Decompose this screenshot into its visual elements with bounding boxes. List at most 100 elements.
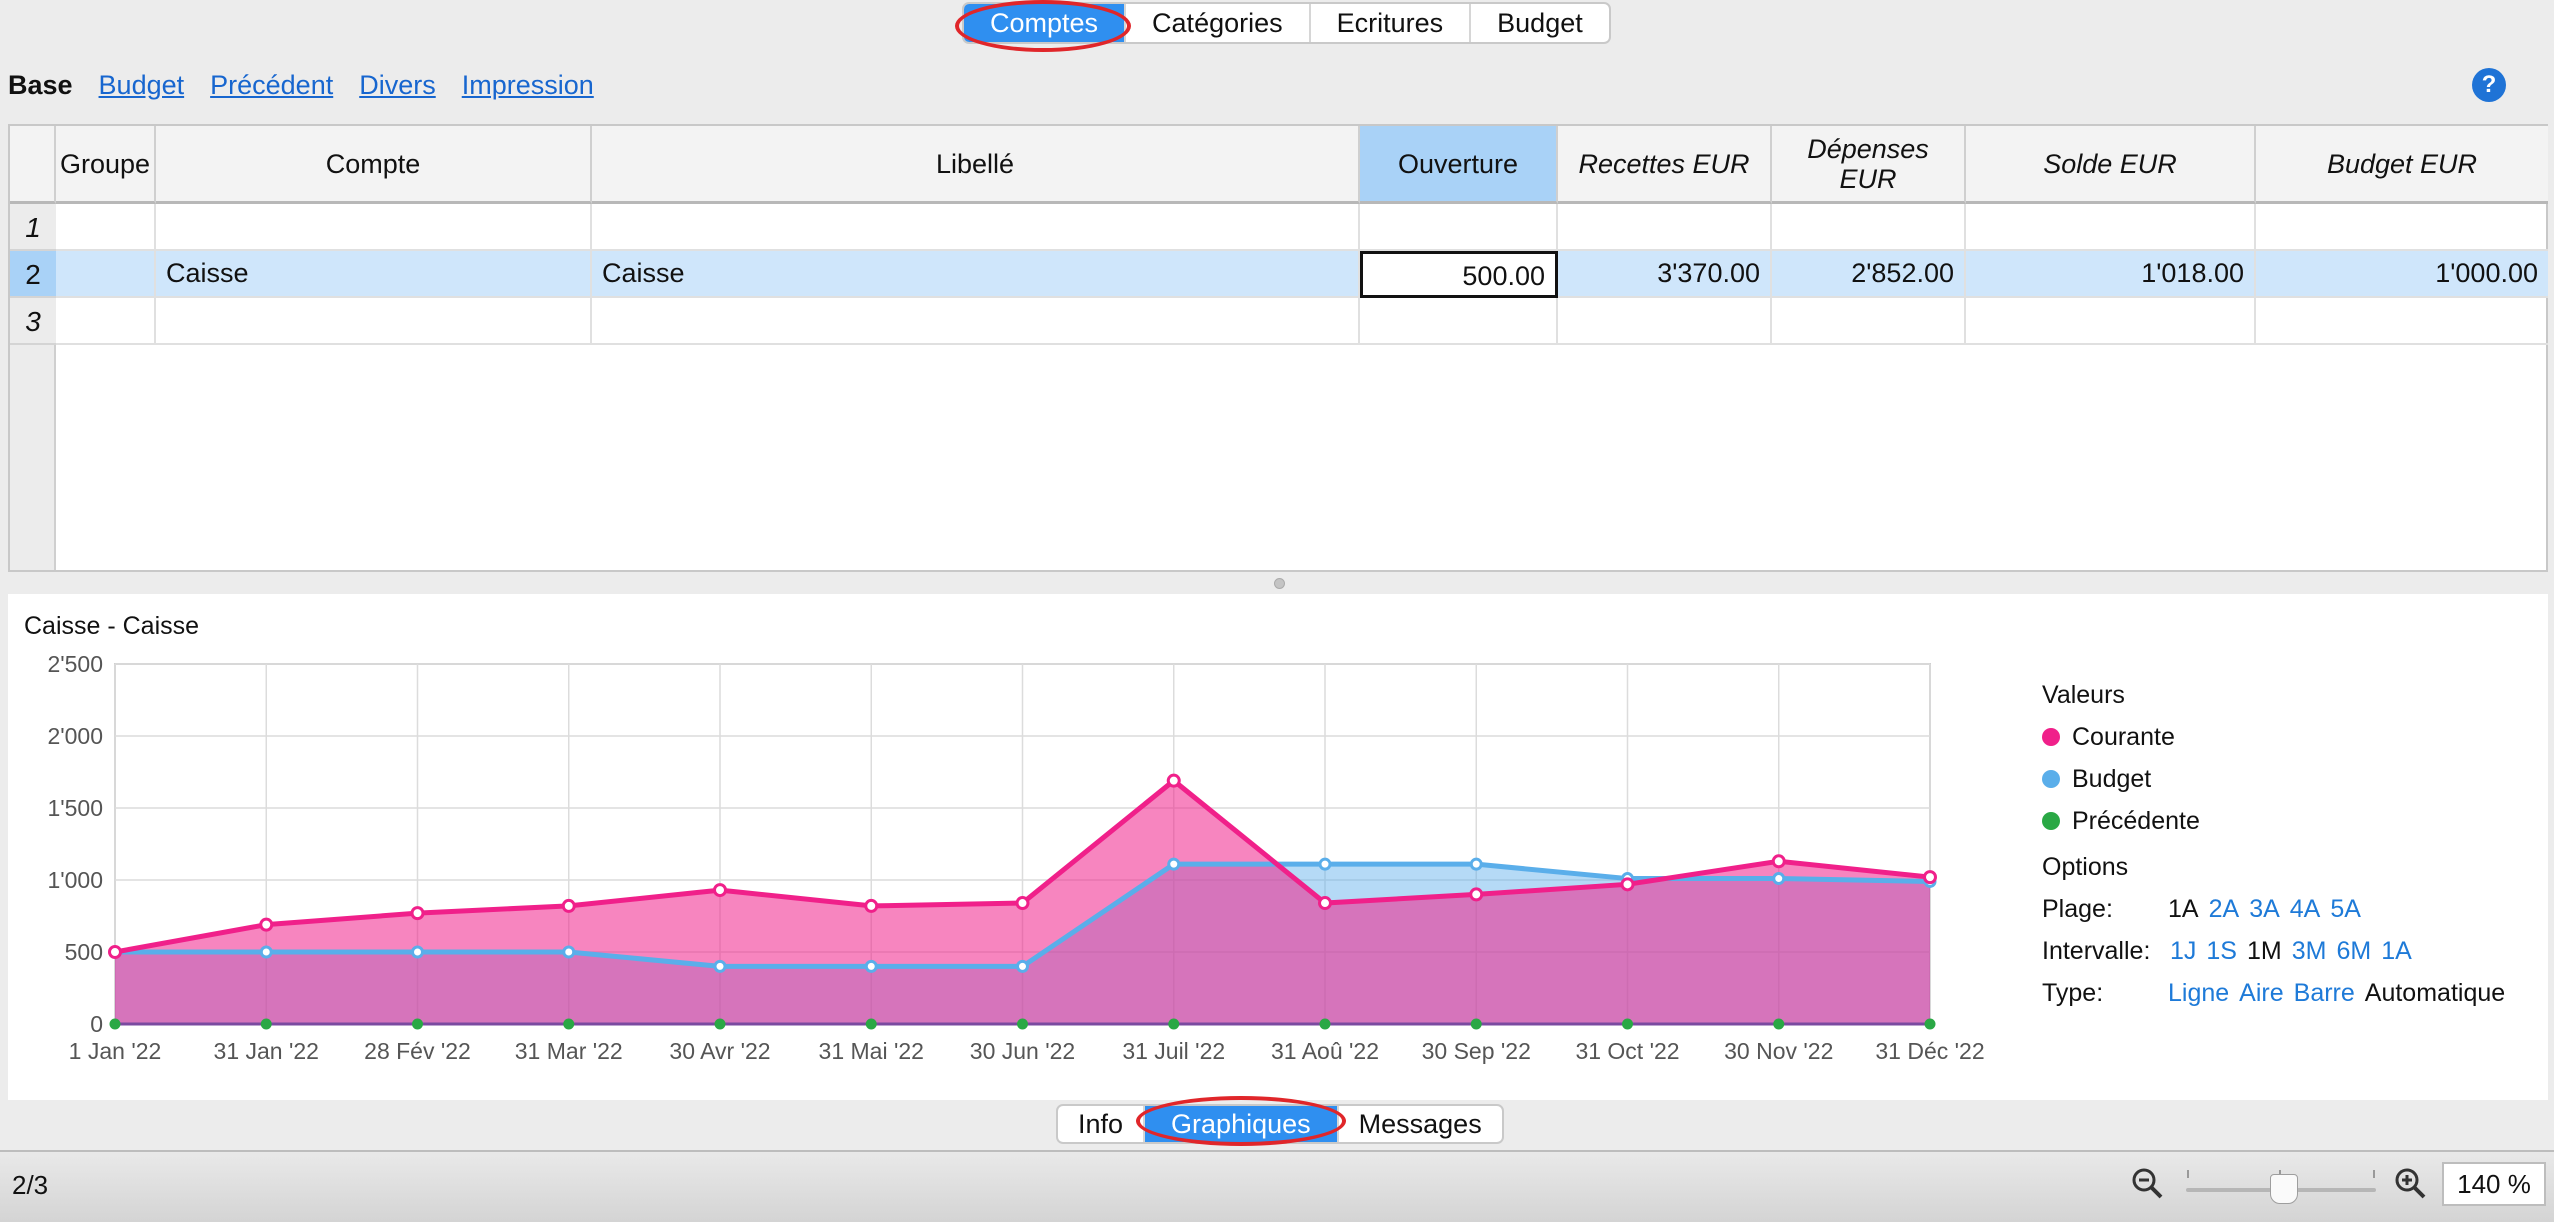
cell-recettes[interactable] — [1558, 204, 1772, 251]
view-impression-link[interactable]: Impression — [462, 66, 594, 104]
legend-item-courante[interactable]: Courante — [2042, 716, 2515, 758]
zoom-out-icon[interactable] — [2130, 1166, 2166, 1202]
plage-option[interactable]: 1A — [2168, 888, 2199, 930]
point-precedente — [412, 1018, 423, 1030]
point-budget — [1167, 857, 1181, 871]
x-tick-label: 1 Jan '22 — [69, 1038, 162, 1064]
view-divers-link[interactable]: Divers — [359, 66, 436, 104]
intervalle-option[interactable]: 6M — [2336, 930, 2371, 972]
cell-budget[interactable] — [2256, 204, 2548, 251]
col-header-recettes[interactable]: Recettes EUR — [1558, 126, 1772, 204]
cell-depenses[interactable]: 2'852.00 — [1772, 251, 1966, 298]
view-precedent-link[interactable]: Précédent — [210, 66, 333, 104]
zoom-level-field[interactable]: 140 % — [2442, 1162, 2546, 1206]
help-icon[interactable]: ? — [2472, 68, 2506, 102]
point-courante — [864, 898, 879, 913]
cell-compte[interactable]: Caisse — [156, 251, 592, 298]
point-precedente — [714, 1018, 726, 1030]
col-header-depenses[interactable]: Dépenses EUR — [1772, 126, 1966, 204]
row-number[interactable]: 1 — [10, 204, 56, 251]
cell-ouverture[interactable] — [1360, 204, 1558, 251]
x-tick-label: 31 Mar '22 — [515, 1038, 623, 1064]
cell-libelle[interactable] — [592, 298, 1360, 345]
cell-groupe[interactable] — [56, 251, 156, 298]
plage-option[interactable]: 2A — [2209, 888, 2240, 930]
point-precedente — [563, 1018, 575, 1030]
cell-recettes[interactable] — [1558, 298, 1772, 345]
cell-solde[interactable] — [1966, 298, 2256, 345]
point-courante — [1469, 887, 1484, 902]
chart-legend: Valeurs Courante Budget Précédente Optio… — [2042, 674, 2515, 1014]
col-header-budget[interactable]: Budget EUR — [2256, 126, 2548, 204]
y-tick-label: 0 — [90, 1011, 103, 1037]
point-budget — [562, 945, 576, 959]
area-chart: 0 500 1'000 1'500 2'000 2'500 1 Jan '22 31 Jan … — [47, 651, 1984, 1064]
col-header-libelle[interactable]: Libellé — [592, 126, 1360, 204]
legend-item-precedente[interactable]: Précédente — [2042, 800, 2515, 842]
legend-item-budget[interactable]: Budget — [2042, 758, 2515, 800]
view-budget-link[interactable]: Budget — [99, 66, 185, 104]
plage-option[interactable]: 3A — [2249, 888, 2280, 930]
intervalle-option[interactable]: 1J — [2170, 930, 2196, 972]
point-budget — [259, 945, 273, 959]
row-number[interactable]: 3 — [10, 298, 56, 345]
intervalle-option[interactable]: 1M — [2247, 930, 2282, 972]
cell-groupe[interactable] — [56, 204, 156, 251]
intervalle-option[interactable]: 3M — [2292, 930, 2327, 972]
cell-budget[interactable]: 1'000.00 — [2256, 251, 2548, 298]
type-option[interactable]: Ligne — [2168, 972, 2229, 1014]
cell-depenses[interactable] — [1772, 298, 1966, 345]
tab-messages[interactable]: Messages — [1339, 1106, 1502, 1142]
tab-budget[interactable]: Budget — [1471, 4, 1609, 42]
point-budget — [1469, 857, 1483, 871]
plage-option[interactable]: 5A — [2330, 888, 2361, 930]
tab-ecritures[interactable]: Ecritures — [1311, 4, 1472, 42]
point-precedente — [260, 1018, 272, 1030]
cell-groupe[interactable] — [56, 298, 156, 345]
cell-libelle[interactable] — [592, 204, 1360, 251]
col-header-solde[interactable]: Solde EUR — [1966, 126, 2256, 204]
cell-compte[interactable] — [156, 204, 592, 251]
point-precedente — [1924, 1018, 1936, 1030]
legend-label: Courante — [2072, 723, 2175, 751]
tab-info[interactable]: Info — [1058, 1106, 1146, 1142]
x-tick-label: 31 Aoû '22 — [1271, 1038, 1379, 1064]
tab-categories[interactable]: Catégories — [1126, 4, 1311, 42]
type-option[interactable]: Barre — [2294, 972, 2355, 1014]
point-precedente — [1168, 1018, 1180, 1030]
plage-option[interactable]: 4A — [2290, 888, 2321, 930]
cell-budget[interactable] — [2256, 298, 2548, 345]
col-header-compte[interactable]: Compte — [156, 126, 592, 204]
point-budget — [1318, 857, 1332, 871]
legend-dot-courante — [2042, 728, 2060, 746]
legend-label: Précédente — [2072, 807, 2200, 835]
corner-cell — [10, 126, 56, 204]
splitter-handle[interactable] — [1274, 578, 1285, 589]
type-option[interactable]: Automatique — [2365, 972, 2505, 1014]
cell-libelle[interactable]: Caisse — [592, 251, 1360, 298]
y-tick-label: 2'500 — [47, 651, 103, 677]
point-courante — [1015, 896, 1030, 911]
view-base[interactable]: Base — [8, 66, 73, 104]
cell-compte[interactable] — [156, 298, 592, 345]
point-budget — [864, 959, 878, 973]
cell-solde[interactable] — [1966, 204, 2256, 251]
legend-label: Budget — [2072, 765, 2152, 793]
zoom-slider-thumb[interactable] — [2270, 1174, 2298, 1204]
page-indicator: 2/3 — [12, 1170, 49, 1200]
intervalle-option[interactable]: 1A — [2381, 930, 2412, 972]
y-tick-label: 500 — [65, 939, 103, 965]
cell-ouverture-active[interactable]: 500.00 — [1360, 251, 1558, 298]
row-number[interactable]: 2 — [10, 251, 56, 298]
cell-ouverture[interactable] — [1360, 298, 1558, 345]
cell-recettes[interactable]: 3'370.00 — [1558, 251, 1772, 298]
zoom-in-icon[interactable] — [2393, 1166, 2429, 1202]
cell-depenses[interactable] — [1772, 204, 1966, 251]
col-header-ouverture[interactable]: Ouverture — [1360, 126, 1558, 204]
point-precedente — [1319, 1018, 1331, 1030]
intervalle-option[interactable]: 1S — [2206, 930, 2237, 972]
col-header-groupe[interactable]: Groupe — [56, 126, 156, 204]
intervalle-label: Intervalle: — [2042, 937, 2151, 965]
type-option[interactable]: Aire — [2239, 972, 2283, 1014]
cell-solde[interactable]: 1'018.00 — [1966, 251, 2256, 298]
